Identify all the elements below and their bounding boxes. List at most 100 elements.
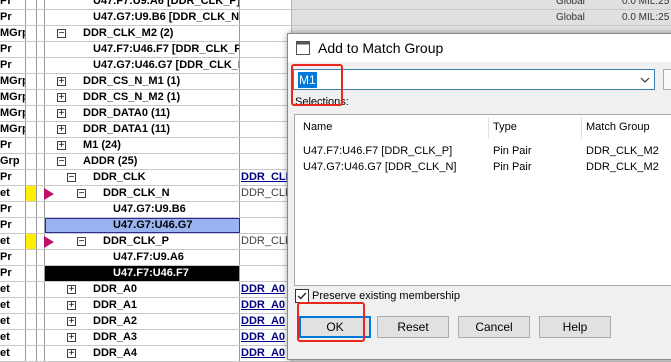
row-name-cell[interactable]: + DDR_DATA1 (11) <box>45 122 240 137</box>
expand-icon[interactable]: + <box>57 93 66 103</box>
row-name-cell[interactable]: + DDR_A2 <box>45 314 240 329</box>
row-name-cell[interactable]: U47.F7:U9.A6 [DDR_CLK_P] <box>45 0 240 9</box>
selections-list[interactable]: Name Type Match Group U47.F7:U46.F7 [DDR… <box>294 114 671 286</box>
row-class-cell[interactable] <box>241 138 292 153</box>
collapse-icon[interactable]: − <box>77 237 86 247</box>
row-class-cell[interactable] <box>241 90 292 105</box>
row-class-cell[interactable] <box>241 122 292 137</box>
row-name-cell[interactable]: U47.F7:U46.F7 [DDR_CLK_P] <box>45 42 240 57</box>
row-name-cell[interactable]: U47.G7:U9.B6 [DDR_CLK_N] <box>45 10 240 25</box>
preserve-membership-checkbox[interactable] <box>295 289 309 303</box>
collapse-icon[interactable]: − <box>57 157 66 167</box>
column-divider[interactable] <box>488 117 489 139</box>
row-name-text: DDR_DATA0 (11) <box>83 107 170 119</box>
row-name-cell[interactable]: + DDR_CS_N_M1 (1) <box>45 74 240 89</box>
row-name-cell[interactable]: − DDR_CLK_N <box>45 186 240 201</box>
row-status-cell <box>26 298 37 313</box>
help-button[interactable]: Help <box>539 316 611 338</box>
row-class-cell[interactable]: DDR_A0 <box>241 346 292 361</box>
row-name-cell[interactable]: U47.F7:U9.A6 <box>45 250 240 265</box>
row-name-cell[interactable]: U47.G7:U46.G7 [DDR_CLK_N <box>45 58 240 73</box>
dialog-edge-control <box>663 69 671 90</box>
expand-icon[interactable]: + <box>67 349 76 359</box>
row-name-cell[interactable]: − ADDR (25) <box>45 154 240 169</box>
expand-icon[interactable]: + <box>67 317 76 327</box>
match-group-combobox[interactable]: M1 <box>293 69 655 90</box>
row-class-cell[interactable] <box>241 10 292 25</box>
row-class-cell[interactable]: DDR_A0 <box>241 314 292 329</box>
row-object-type: Pr <box>0 10 26 25</box>
row-class-cell[interactable]: DDR_CLK <box>241 234 292 249</box>
reset-button[interactable]: Reset <box>377 316 449 338</box>
expand-icon[interactable]: + <box>67 301 76 311</box>
row-class-cell[interactable]: DDR_CLK <box>241 170 292 185</box>
row-class-cell[interactable] <box>241 58 292 73</box>
row-value-cell[interactable]: 0.0 MIL:25 <box>622 0 671 9</box>
expand-icon[interactable]: + <box>57 141 66 151</box>
expand-icon[interactable]: + <box>67 285 76 295</box>
row-name-cell[interactable]: + DDR_A3 <box>45 330 240 345</box>
preserve-membership-label[interactable]: Preserve existing membership <box>312 289 460 303</box>
row-status-cell <box>26 202 37 217</box>
row-class-cell[interactable]: DDR_A0 <box>241 282 292 297</box>
row-name-cell[interactable]: + DDR_A1 <box>45 298 240 313</box>
grid-row[interactable]: Pr U47.F7:U9.A6 [DDR_CLK_P] Global 0.0 MIL:… <box>0 0 671 10</box>
row-marker-cell <box>37 330 45 345</box>
row-object-type: MGrp <box>0 106 26 121</box>
row-scope-cell[interactable]: Global <box>556 10 621 25</box>
row-class-cell[interactable] <box>241 26 292 41</box>
row-name-cell[interactable]: + DDR_A0 <box>45 282 240 297</box>
row-name-cell[interactable]: + M1 (24) <box>45 138 240 153</box>
collapse-icon[interactable]: − <box>57 29 66 39</box>
column-header-type[interactable]: Type <box>493 121 517 133</box>
row-class-cell[interactable] <box>241 106 292 121</box>
column-header-name[interactable]: Name <box>303 121 332 133</box>
row-name-cell[interactable]: + DDR_CS_N_M2 (1) <box>45 90 240 105</box>
row-object-type: MGrp <box>0 122 26 137</box>
expand-icon[interactable]: + <box>57 77 66 87</box>
row-name-text: U47.G7:U46.G7 <box>113 219 193 231</box>
row-name-cell[interactable]: − DDR_CLK_M2 (2) <box>45 26 240 41</box>
row-marker-cell <box>37 266 45 281</box>
expand-icon[interactable]: + <box>57 109 66 119</box>
row-marker-cell <box>37 90 45 105</box>
row-class-cell[interactable] <box>241 218 292 233</box>
column-divider[interactable] <box>581 117 582 139</box>
row-name-text: U47.G7:U9.B6 <box>113 203 186 215</box>
row-value-cell[interactable]: 0.0 MIL:25 <box>622 10 671 25</box>
row-name-cell[interactable]: U47.G7:U9.B6 <box>45 202 240 217</box>
row-class-cell[interactable] <box>241 0 292 9</box>
row-name-cell[interactable]: − DDR_CLK <box>45 170 240 185</box>
collapse-icon[interactable]: − <box>67 173 76 183</box>
row-status-cell <box>26 0 37 9</box>
row-name-cell[interactable]: U47.G7:U46.G7 <box>45 218 240 233</box>
ok-button[interactable]: OK <box>299 316 371 338</box>
row-class-cell[interactable]: DDR_A0 <box>241 298 292 313</box>
row-name-cell[interactable]: + DDR_DATA0 (11) <box>45 106 240 121</box>
row-name-cell[interactable]: + DDR_A4 <box>45 346 240 361</box>
row-object-type: Pr <box>0 0 26 9</box>
cancel-button[interactable]: Cancel <box>458 316 530 338</box>
match-group-value[interactable]: M1 <box>298 72 317 88</box>
row-class-cell[interactable]: DDR_A0 <box>241 330 292 345</box>
expand-icon[interactable]: + <box>57 125 66 135</box>
column-header-match-group[interactable]: Match Group <box>586 121 650 133</box>
row-name-cell[interactable]: U47.F7:U46.F7 <box>45 266 240 281</box>
row-name-cell[interactable]: − DDR_CLK_P <box>45 234 240 249</box>
dialog-titlebar[interactable]: Add to Match Group <box>288 34 671 62</box>
chevron-down-icon[interactable] <box>640 73 650 87</box>
row-status-cell <box>26 26 37 41</box>
row-class-cell[interactable] <box>241 74 292 89</box>
row-name-text: U47.F7:U46.F7 <box>113 267 189 279</box>
expand-icon[interactable]: + <box>67 333 76 343</box>
row-class-cell[interactable] <box>241 266 292 281</box>
row-class-cell[interactable]: DDR_CLK <box>241 186 292 201</box>
row-name-text: U47.G7:U46.G7 [DDR_CLK_N <box>93 59 240 71</box>
row-class-cell[interactable] <box>241 250 292 265</box>
collapse-icon[interactable]: − <box>77 189 86 199</box>
row-class-cell[interactable] <box>241 202 292 217</box>
row-class-cell[interactable] <box>241 154 292 169</box>
row-scope-cell[interactable]: Global <box>556 0 621 9</box>
row-class-cell[interactable] <box>241 42 292 57</box>
grid-row[interactable]: Pr U47.G7:U9.B6 [DDR_CLK_N] Global 0.0 MIL:… <box>0 10 671 26</box>
